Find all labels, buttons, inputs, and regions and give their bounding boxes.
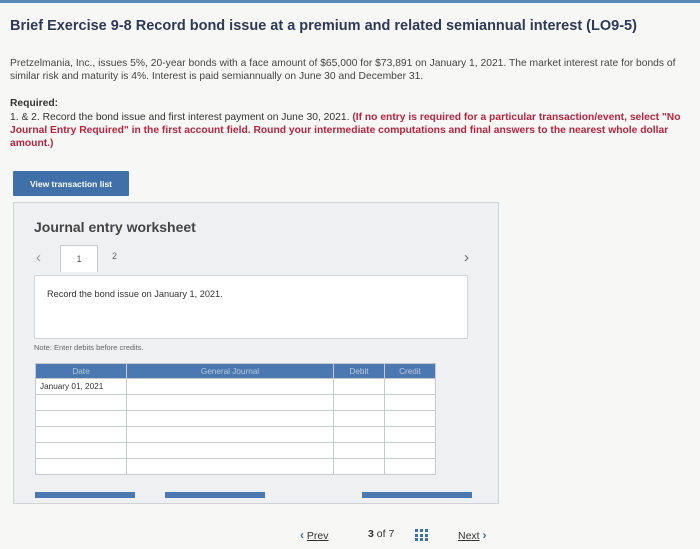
table-row: [35, 394, 436, 411]
credit-field[interactable]: [384, 442, 436, 459]
record-entry-button[interactable]: [35, 492, 135, 498]
journal-header-row: Date General Journal Debit Credit: [35, 363, 436, 379]
grid-icon[interactable]: [415, 529, 428, 541]
credit-field[interactable]: [384, 394, 436, 411]
transaction-description: Record the bond issue on January 1, 2021…: [47, 289, 223, 299]
table-row: January 01, 2021: [35, 378, 436, 395]
account-field[interactable]: [126, 410, 334, 427]
top-accent-rule: [0, 0, 700, 3]
transaction-description-box: Record the bond issue on January 1, 2021…: [34, 275, 468, 339]
account-field[interactable]: [126, 458, 334, 475]
credit-header: Credit: [384, 363, 436, 379]
required-task: 1. & 2. Record the bond issue and first …: [10, 112, 350, 123]
chevron-left-icon[interactable]: ‹: [36, 249, 41, 266]
page-indicator: 3 of 7: [368, 528, 394, 540]
journal-table: Date General Journal Debit Credit Januar…: [35, 363, 436, 475]
debit-field[interactable]: [333, 394, 385, 411]
tab-1[interactable]: 1: [60, 245, 98, 272]
required-text: 1. & 2. Record the bond issue and first …: [10, 111, 690, 150]
general-journal-header: General Journal: [126, 363, 334, 379]
prev-button[interactable]: ‹ Prev: [300, 528, 329, 542]
tab-2[interactable]: 2: [112, 251, 117, 261]
credit-field[interactable]: [384, 426, 436, 443]
next-label: Next: [458, 530, 480, 542]
debit-field[interactable]: [333, 378, 385, 395]
debit-header: Debit: [333, 363, 385, 379]
debit-field[interactable]: [333, 426, 385, 443]
date-cell[interactable]: January 01, 2021: [35, 378, 127, 395]
table-row: [35, 458, 436, 475]
credit-field[interactable]: [384, 378, 436, 395]
page-total: 7: [388, 528, 395, 540]
entry-note: Note: Enter debits before credits.: [34, 343, 144, 352]
account-field[interactable]: [126, 426, 334, 443]
prev-label: Prev: [306, 530, 329, 542]
date-cell[interactable]: [35, 442, 127, 459]
date-cell[interactable]: [35, 426, 127, 443]
next-button[interactable]: Next ›: [458, 528, 487, 542]
account-field[interactable]: [126, 394, 334, 411]
table-row: [35, 426, 436, 443]
date-header: Date: [35, 363, 127, 379]
chevron-right-icon: ›: [482, 528, 487, 542]
clear-entry-button[interactable]: [165, 492, 265, 498]
credit-field[interactable]: [384, 458, 436, 475]
page-of: of: [376, 528, 386, 540]
date-cell[interactable]: [35, 410, 127, 427]
debit-field[interactable]: [333, 442, 385, 459]
required-heading: Required:: [10, 98, 59, 109]
table-row: [35, 442, 436, 459]
date-cell[interactable]: [35, 458, 127, 475]
table-row: [35, 410, 436, 427]
page-title: Brief Exercise 9-8 Record bond issue at …: [10, 18, 637, 34]
chevron-left-icon: ‹: [300, 528, 304, 542]
debit-field[interactable]: [333, 458, 385, 475]
account-field[interactable]: [126, 442, 334, 459]
journal-entry-worksheet: Journal entry worksheet ‹ 1 2 › Record t…: [13, 202, 499, 504]
view-general-journal-button[interactable]: [362, 492, 472, 498]
date-cell[interactable]: [35, 394, 127, 411]
worksheet-title: Journal entry worksheet: [34, 219, 196, 235]
debit-field[interactable]: [333, 410, 385, 427]
credit-field[interactable]: [384, 410, 436, 427]
view-transaction-list-button[interactable]: View transaction list: [13, 171, 129, 196]
page-current: 3: [368, 528, 374, 540]
problem-text: Pretzelmania, Inc., issues 5%, 20-year b…: [10, 58, 676, 82]
chevron-right-icon[interactable]: ›: [464, 249, 469, 266]
account-field[interactable]: [126, 378, 334, 395]
